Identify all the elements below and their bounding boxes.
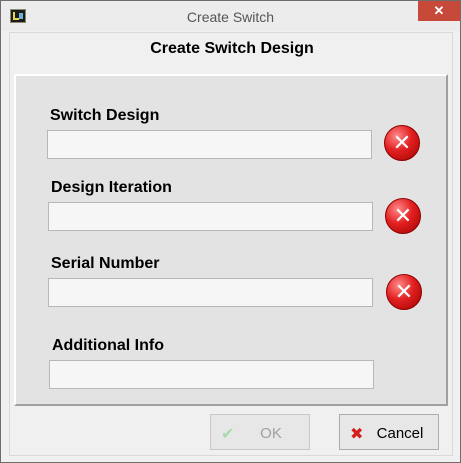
cancel-button-label: Cancel <box>376 425 424 442</box>
switch-design-label: Switch Design <box>50 107 160 124</box>
close-button[interactable]: ✕ <box>418 1 460 21</box>
dialog-heading: Create Switch Design <box>150 40 314 57</box>
serial-number-label: Serial Number <box>51 255 160 272</box>
switch-design-input[interactable] <box>47 130 372 159</box>
error-x-icon: ✕ <box>394 279 414 305</box>
ok-button-label: OK <box>260 425 282 442</box>
title-bar[interactable]: Create Switch ✕ <box>1 1 460 32</box>
dialog-window: Create Switch ✕ Create Switch Design Swi… <box>0 0 461 463</box>
design-iteration-input[interactable] <box>48 202 373 231</box>
close-icon: ✕ <box>433 3 445 18</box>
error-x-icon: ✕ <box>393 203 413 229</box>
error-x-icon: ✕ <box>392 130 412 156</box>
cancel-button[interactable]: ✖ Cancel <box>339 414 439 450</box>
switch-design-error-icon: ✕ <box>384 125 420 161</box>
serial-number-error-icon: ✕ <box>386 274 422 310</box>
ok-button[interactable]: ✔ OK <box>210 414 310 450</box>
design-iteration-label: Design Iteration <box>51 179 172 196</box>
window-title: Create Switch <box>186 9 275 25</box>
design-iteration-error-icon: ✕ <box>385 198 421 234</box>
additional-info-input[interactable] <box>49 360 374 389</box>
form-panel: Switch Design ✕ Design Iteration ✕ Seria… <box>14 74 448 406</box>
dialog-body: Create Switch Design Switch Design ✕ Des… <box>9 32 453 456</box>
additional-info-label: Additional Info <box>52 337 164 354</box>
serial-number-input[interactable] <box>48 278 373 307</box>
